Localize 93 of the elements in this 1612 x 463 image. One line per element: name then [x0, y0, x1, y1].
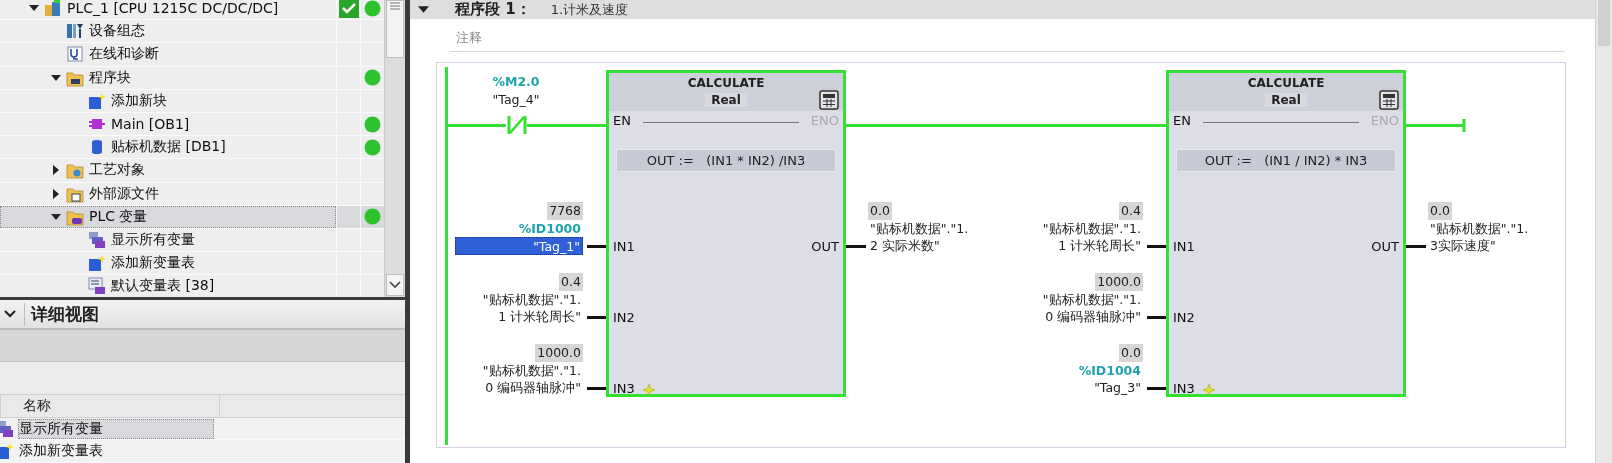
pin-label: ENO — [810, 113, 839, 128]
wire — [1147, 245, 1166, 248]
wire — [587, 387, 606, 390]
wire — [1406, 118, 1466, 132]
tag-address: %ID1004 — [1077, 361, 1142, 380]
panel-title: 详细视图 — [24, 302, 99, 326]
tree-item[interactable]: 贴标机数据 [DB1] — [0, 136, 336, 159]
pin-label: IN2 — [1173, 310, 1195, 325]
live-value: 7768 — [547, 202, 583, 220]
calculator-icon[interactable] — [1379, 90, 1399, 110]
formula: OUT := (IN1 / IN2) * IN3 — [1176, 149, 1396, 172]
tree-item[interactable]: 显示所有变量 — [0, 228, 336, 252]
calculator-icon[interactable] — [819, 90, 839, 110]
live-value: 0.0 — [868, 202, 892, 220]
wire — [1147, 316, 1166, 319]
pin-label: IN3 — [1173, 381, 1195, 396]
list-item[interactable]: 显示所有变量 — [18, 418, 214, 439]
tree-item[interactable]: PLC_1 [CPU 1215C DC/DC/DC] — [0, 0, 336, 20]
tag-address: %ID1000 — [517, 219, 582, 238]
chevron-down-icon[interactable] — [389, 281, 401, 290]
block-type: Real — [705, 93, 747, 107]
pin-label: IN1 — [613, 239, 635, 254]
calculate-block[interactable]: CALCULATE Real EN ENO OUT := (IN1 * IN2) /IN3 IN1 IN2 IN3 OUT — [606, 70, 846, 397]
caret-icon[interactable] — [51, 188, 61, 199]
live-value: 0.4 — [559, 273, 583, 291]
tag-name: "Tag_3" — [1093, 379, 1142, 397]
live-value: 1000.0 — [1095, 273, 1143, 291]
tag-name: "贴标机数据"."1. — [1429, 219, 1530, 238]
wire — [587, 316, 606, 319]
tree-item[interactable]: Main [OB1] — [0, 112, 336, 136]
tags-icon — [88, 230, 106, 249]
pin-label: IN2 — [613, 310, 635, 325]
pin-label: ENO — [1370, 113, 1399, 128]
wire — [846, 245, 866, 248]
wire — [1147, 387, 1166, 390]
caret-icon[interactable] — [51, 165, 61, 176]
tree-item[interactable]: 程序块 — [0, 66, 336, 89]
wire — [448, 124, 506, 127]
formula: OUT := (IN1 * IN2) /IN3 — [616, 149, 836, 172]
tag-name[interactable]: "Tag_1" — [455, 237, 583, 255]
tags-icon — [0, 419, 14, 438]
tree-item[interactable]: 添加新块 — [0, 89, 336, 112]
tree-item[interactable]: 默认变量表 [38] — [0, 275, 336, 298]
block-type: Real — [1265, 93, 1307, 107]
tag-name: 3实际速度" — [1429, 237, 1497, 255]
tree-item[interactable]: 在线和诊断 — [0, 43, 336, 66]
network-label: 程序段 1： — [455, 0, 531, 19]
plc-icon — [44, 0, 62, 18]
wire — [1406, 245, 1426, 248]
scrollbar[interactable] — [384, 0, 405, 298]
scrollbar[interactable] — [1595, 0, 1612, 463]
tag-address: %M2.0 — [491, 73, 541, 91]
live-value: 1000.0 — [535, 344, 583, 362]
tag-name: "Tag_4" — [491, 90, 541, 108]
tree-item[interactable]: 工艺对象 — [0, 159, 336, 182]
pin-label: IN1 — [1173, 239, 1195, 254]
network-title[interactable]: 1.计米及速度 — [550, 0, 629, 19]
live-value: 0.0 — [1119, 344, 1143, 362]
add-icon — [88, 254, 106, 273]
tree-item[interactable]: PLC 变量 — [0, 205, 336, 228]
pin-label: EN — [613, 113, 631, 128]
device-config-icon — [66, 22, 84, 41]
block-name: CALCULATE — [687, 76, 765, 90]
add-icon — [0, 442, 14, 461]
caret-icon[interactable] — [51, 211, 61, 222]
pin-label: EN — [1173, 113, 1191, 128]
chevron-icon[interactable] — [4, 310, 16, 319]
tree-item[interactable]: 外部源文件 — [0, 182, 336, 205]
tag-name: "贴标机数据"."1. — [1041, 219, 1142, 238]
tag-name: "贴标机数据"."1. — [481, 361, 582, 380]
tag-name: 0 编码器轴脉冲" — [484, 379, 582, 397]
tag-name: 2 实际米数" — [869, 237, 941, 255]
tree-item[interactable]: 设备组态 — [0, 20, 336, 43]
live-value: 0.4 — [1119, 202, 1143, 220]
grip-icon — [390, 1, 400, 11]
pin-label: OUT — [811, 239, 839, 254]
tag-name: "贴标机数据"."1. — [869, 219, 970, 238]
pin-label: IN3 — [613, 381, 635, 396]
live-value: 0.0 — [1428, 202, 1452, 220]
caret-icon[interactable] — [51, 72, 61, 83]
tag-name: 1 计米轮周长" — [497, 308, 582, 326]
block-name: CALCULATE — [1247, 76, 1325, 90]
tag-name: 0 编码器轴脉冲" — [1044, 308, 1142, 326]
add-icon — [88, 91, 106, 110]
wire — [587, 245, 606, 248]
pin-label: OUT — [1371, 239, 1399, 254]
tree-item[interactable]: 添加新变量表 — [0, 252, 336, 275]
tag-name: "贴标机数据"."1. — [1041, 290, 1142, 309]
caret-icon[interactable] — [418, 4, 429, 15]
folder-icon — [66, 161, 84, 180]
tag-name: "贴标机数据"."1. — [481, 290, 582, 309]
tag-name: 1 计米轮周长" — [1057, 237, 1142, 255]
calculate-block[interactable]: CALCULATE Real EN ENO OUT := (IN1 / IN2) * IN3 IN1 IN2 IN3 OUT — [1166, 70, 1406, 397]
